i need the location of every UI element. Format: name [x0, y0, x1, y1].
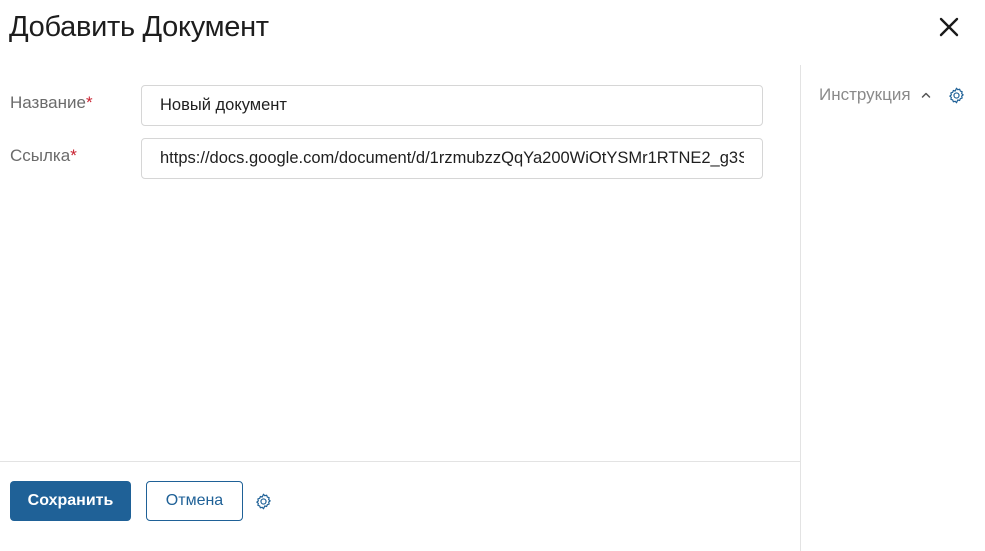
- close-button[interactable]: [934, 12, 964, 42]
- link-label-text: Ссылка: [10, 146, 71, 165]
- gear-icon: [949, 87, 964, 103]
- required-mark: *: [70, 146, 77, 165]
- dialog-title: Добавить Документ: [9, 11, 269, 43]
- cancel-button[interactable]: Отмена: [146, 481, 243, 521]
- link-field-label: Ссылка*: [10, 146, 77, 166]
- chevron-up-icon[interactable]: [919, 88, 933, 102]
- add-document-dialog: Добавить Документ Название* Ссылка* Инст…: [0, 0, 985, 551]
- required-mark: *: [85, 93, 93, 112]
- instructions-panel: Инструкция: [800, 65, 985, 551]
- footer-settings-button[interactable]: [253, 491, 273, 511]
- save-button[interactable]: Сохранить: [10, 481, 131, 521]
- gear-icon: [255, 493, 271, 509]
- instructions-toggle[interactable]: Инструкция: [819, 85, 911, 105]
- name-input[interactable]: [141, 85, 763, 126]
- name-label-text: Название: [10, 93, 86, 112]
- link-input[interactable]: [141, 138, 763, 179]
- name-field-label: Название*: [10, 93, 93, 113]
- instructions-header: Инструкция: [819, 85, 967, 105]
- dialog-footer: Сохранить Отмена: [0, 461, 800, 551]
- instructions-settings-button[interactable]: [947, 85, 967, 105]
- close-icon: [939, 17, 959, 37]
